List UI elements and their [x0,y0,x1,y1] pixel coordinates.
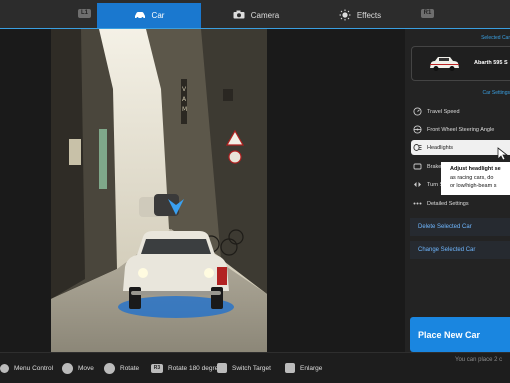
pointer-cursor-icon [497,147,509,166]
sun-icon [339,9,351,23]
setting-label: Travel Speed [427,108,460,115]
delete-selected-car-button[interactable]: Delete Selected Car [410,218,510,236]
setting-front-wheel-steering[interactable]: Front Wheel Steering Angle [411,122,510,137]
car-settings-title: Car Settings [482,90,510,96]
left-stick-icon [62,362,73,374]
turn-signal-icon [413,180,422,189]
tab-car-label: Car [151,11,165,20]
tab-camera[interactable]: Camera [205,3,307,28]
headlight-icon [413,143,422,152]
l1-button-hint: L1 [78,9,91,18]
hint-label: Enlarge [300,364,323,372]
hint-label: Rotate [120,364,140,372]
right-stick-icon [104,362,115,374]
more-icon [413,199,422,208]
setting-label: Front Wheel Steering Angle [427,126,495,133]
place-limit-note: You can place 2 c [455,357,503,363]
setting-detailed-settings[interactable]: Detailed Settings [411,196,510,211]
scene-photo[interactable]: V A M [51,29,267,352]
selected-car-name: Abarth 595 S [474,60,508,66]
speedometer-icon [413,107,422,116]
setting-travel-speed[interactable]: Travel Speed [411,104,510,119]
hint-label: Menu Control [14,364,54,372]
hint-menu-control: Menu Control [0,362,53,374]
steering-wheel-icon [413,125,422,134]
svg-text:M: M [182,106,187,113]
place-new-car-button[interactable]: Place New Car [410,317,510,352]
camera-icon [233,10,245,21]
hint-move: Move [62,362,94,374]
tooltip-line: as racing cars, do [450,174,494,181]
hint-label: Move [78,364,94,372]
square-button-icon [217,363,227,373]
tooltip-line: or low/high-beam s [450,183,497,189]
hint-rotate: Rotate [104,362,139,374]
tab-effects[interactable]: Effects [310,3,410,28]
brake-light-icon [413,162,422,171]
setting-headlights[interactable]: Headlights [411,140,510,155]
hint-switch-target: Switch Target [217,362,271,374]
selected-car-title: Selected Car [481,35,510,41]
selected-car-card[interactable]: Abarth 595 S [411,46,510,81]
car-icon [134,11,146,21]
setting-label: Detailed Settings [427,200,469,207]
r1-button-hint: R1 [421,9,434,18]
setting-label: Headlights [427,144,453,151]
r3-icon: R3 [151,363,163,373]
tab-effects-label: Effects [356,11,382,20]
change-selected-car-button[interactable]: Change Selected Car [410,241,510,259]
dpad-icon [0,363,9,373]
hint-label: Switch Target [232,364,271,372]
tooltip-line: Adjust headlight se [450,166,501,172]
tab-car[interactable]: Car [97,3,201,28]
hint-rotate-180: R3 Rotate 180 degrees [151,362,225,374]
zoom-icon [285,363,295,373]
headlights-tooltip: Adjust headlight se as racing cars, do o… [441,162,510,195]
hint-enlarge: Enlarge [285,362,322,374]
tab-camera-label: Camera [250,11,280,20]
car-thumbnail [428,56,460,77]
